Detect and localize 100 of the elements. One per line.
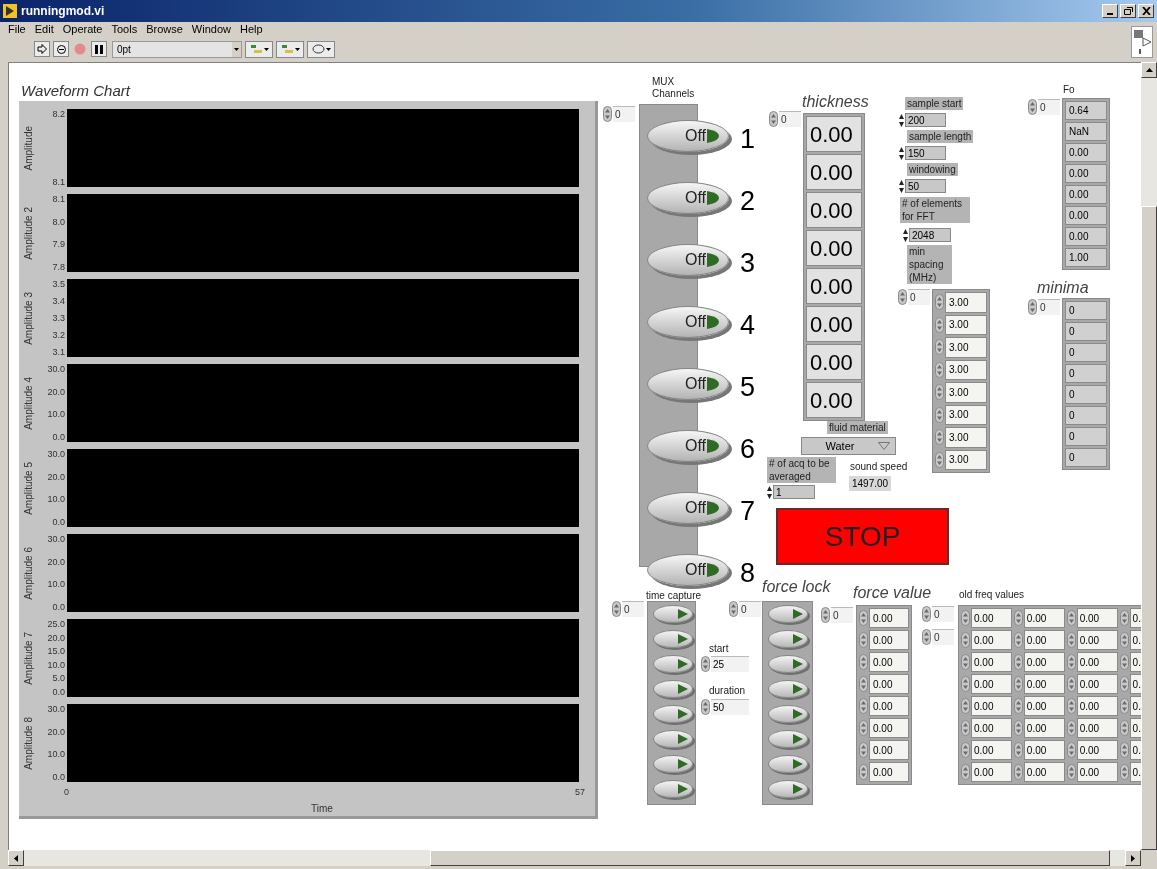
control-label: thickness [802, 92, 869, 112]
vi-icon[interactable] [1131, 25, 1153, 58]
thickness-value: 0.00 [806, 344, 862, 380]
thickness-value: 0.00 [806, 192, 862, 228]
numeric-field[interactable]: 2048 [909, 228, 951, 242]
minimize-button[interactable] [1102, 4, 1118, 18]
thickness-value: 0.00 [806, 116, 862, 152]
numeric-field[interactable]: 1 [773, 485, 815, 499]
tick-label: 8.2 [52, 109, 65, 119]
toggle-button[interactable]: Off [647, 368, 729, 400]
channel-number: 6 [740, 433, 756, 466]
close-button[interactable] [1138, 4, 1154, 18]
close-icon [1141, 7, 1151, 15]
force-value: 0.00 [869, 696, 909, 716]
numeric-field[interactable]: 50 [905, 179, 946, 193]
force-value: 0.00 [869, 762, 909, 782]
array-index[interactable]: 0 [932, 629, 954, 645]
toggle-switch[interactable] [768, 605, 808, 623]
menu-item[interactable]: Edit [34, 23, 54, 36]
array-index[interactable]: 0 [739, 601, 761, 617]
toggle-switch[interactable] [653, 680, 693, 698]
toggle-button[interactable]: Off [647, 554, 729, 586]
spacing-value: 3.00 [945, 292, 987, 313]
tick-label: 10.0 [47, 579, 65, 590]
array-index[interactable]: 0 [613, 106, 635, 122]
frequency-value: 0.00 [1076, 696, 1118, 716]
menu-item[interactable]: Operate [62, 23, 103, 36]
toggle-switch[interactable] [653, 630, 693, 648]
minima-value: 0 [1065, 448, 1107, 467]
toggle-switch[interactable] [768, 705, 808, 723]
menu-item[interactable]: File [8, 23, 26, 36]
minima-value: 0 [1065, 322, 1107, 341]
array-index[interactable]: 0 [1038, 99, 1060, 115]
array-index[interactable]: 0 [932, 606, 954, 622]
axis-label: Time [311, 802, 334, 816]
frequency-value: 0.00 [1076, 608, 1118, 628]
menu-item[interactable]: Help [239, 23, 263, 36]
menu-item[interactable]: Browse [146, 23, 183, 36]
align-objects-button[interactable] [245, 40, 273, 58]
array-index[interactable]: 0 [831, 607, 853, 623]
fo-value: 1.00 [1065, 248, 1107, 267]
toggle-button[interactable]: Off [647, 306, 729, 338]
run-button[interactable] [34, 41, 50, 57]
right-arrow-icon [1131, 854, 1135, 862]
restore-button[interactable] [1120, 4, 1136, 18]
frequency-value: 0. [1129, 740, 1141, 760]
left-arrow-icon [14, 854, 18, 862]
array-index[interactable]: 0 [622, 601, 644, 617]
minima-value: 0 [1065, 385, 1107, 404]
stop-button[interactable]: STOP [776, 508, 949, 565]
toggle-switch[interactable] [768, 780, 808, 798]
toggle-button[interactable]: Off [647, 492, 729, 524]
frequency-value: 0.00 [1076, 652, 1118, 672]
toggle-switch[interactable] [768, 730, 808, 748]
channel-number: 5 [740, 371, 756, 404]
toggle-switch[interactable] [653, 730, 693, 748]
toggle-switch[interactable] [653, 755, 693, 773]
toggle-switch[interactable] [653, 705, 693, 723]
numeric-field[interactable]: 50 [711, 699, 749, 715]
tick-label: 25.0 [47, 619, 65, 629]
array-index[interactable]: 0 [779, 111, 801, 127]
toggle-switch[interactable] [653, 780, 693, 798]
frequency-value: 0.00 [1076, 630, 1118, 650]
channel-number: 7 [740, 495, 756, 528]
force-value: 0.00 [869, 718, 909, 738]
menu-item[interactable]: Tools [111, 23, 138, 36]
numeric-field[interactable]: 200 [905, 113, 946, 127]
fo-value: 0.00 [1065, 164, 1107, 183]
reorder-button[interactable] [307, 40, 335, 58]
toggle-switch[interactable] [768, 755, 808, 773]
menu-item[interactable]: Window [191, 23, 231, 36]
force-value: 0.00 [869, 740, 909, 760]
distribute-objects-button[interactable] [276, 40, 304, 58]
control-label: windowing [907, 163, 958, 176]
toggle-switch[interactable] [768, 630, 808, 648]
pause-button[interactable] [91, 41, 107, 57]
toggle-button[interactable]: Off [647, 430, 729, 462]
fluid-dropdown[interactable]: Water [801, 437, 896, 455]
frequency-value: 0.00 [971, 762, 1012, 782]
up-arrow-icon [1145, 67, 1153, 72]
minima-value: 0 [1065, 427, 1107, 446]
toggle-button[interactable]: Off [647, 120, 729, 152]
array-index[interactable]: 0 [1038, 299, 1060, 315]
toggle-switch[interactable] [653, 605, 693, 623]
toggle-button[interactable]: Off [647, 182, 729, 214]
toggle-button[interactable]: Off [647, 244, 729, 276]
horizontal-scrollbar[interactable] [8, 850, 1141, 866]
numeric-field[interactable]: 150 [905, 146, 946, 160]
frequency-value: 0. [1129, 652, 1141, 672]
tick-label: 8.1 [52, 177, 65, 187]
axis-label: Amplitude 6 [21, 546, 35, 600]
vertical-scrollbar[interactable] [1141, 62, 1157, 850]
tick-label: 8.1 [52, 194, 65, 204]
toggle-switch[interactable] [653, 655, 693, 673]
font-dropdown[interactable]: 0pt [112, 40, 242, 58]
array-index[interactable]: 0 [908, 289, 930, 305]
tick-label: 7.8 [52, 262, 65, 272]
toggle-switch[interactable] [768, 655, 808, 673]
toggle-switch[interactable] [768, 680, 808, 698]
numeric-field[interactable]: 25 [711, 656, 749, 672]
